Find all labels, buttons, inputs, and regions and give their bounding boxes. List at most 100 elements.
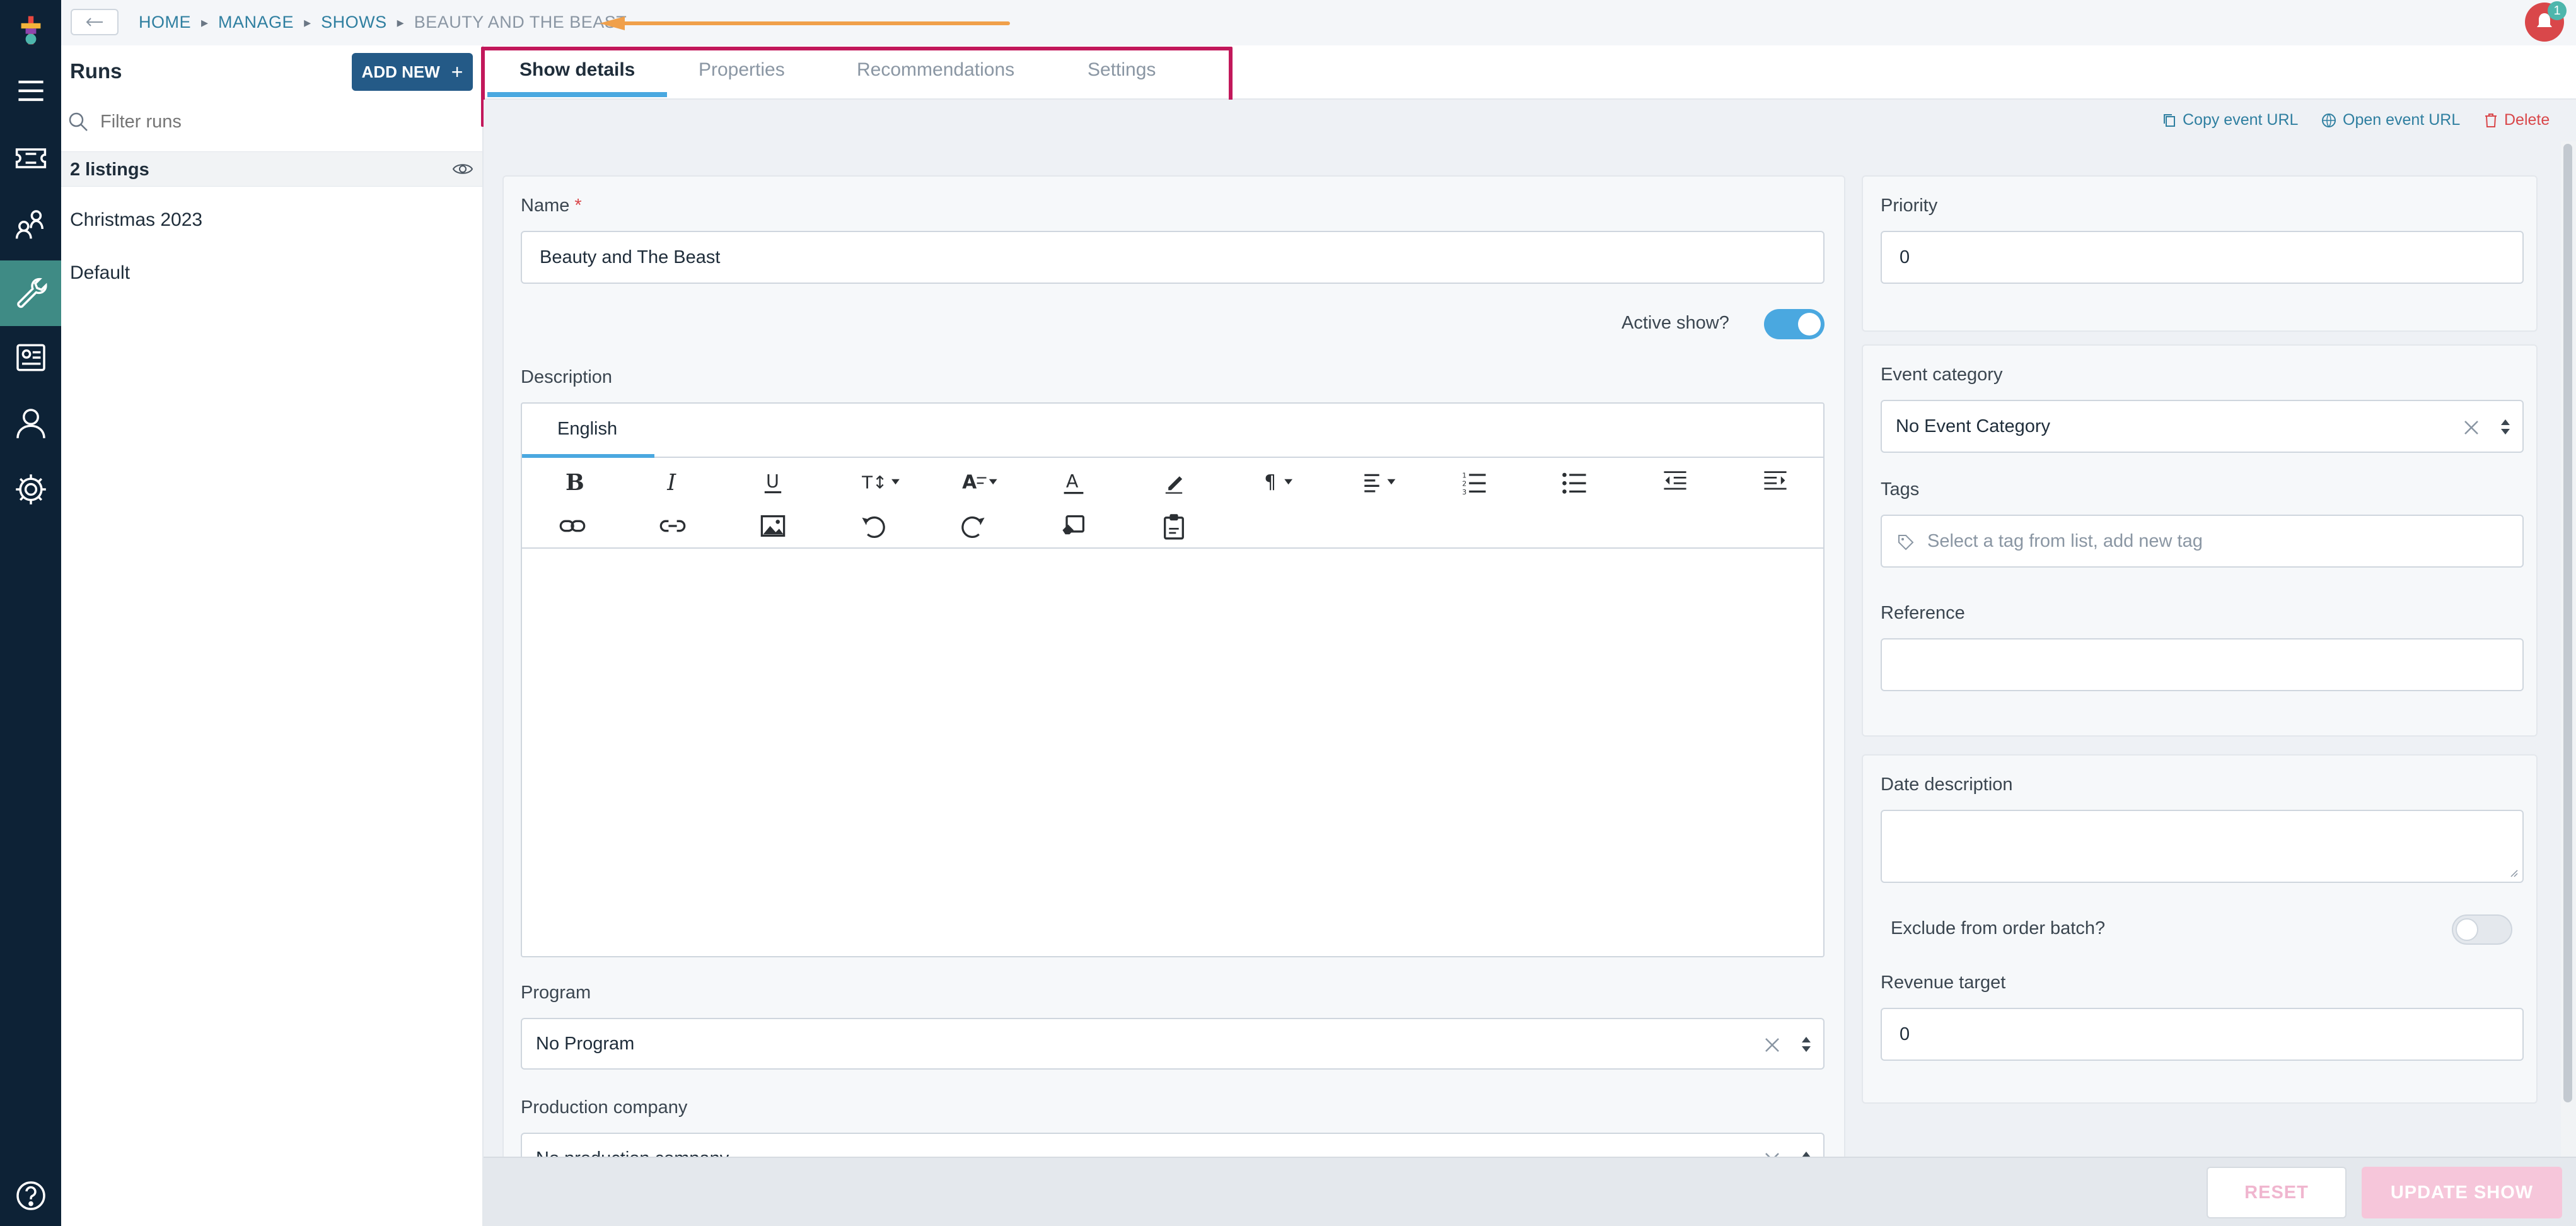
report-icon[interactable] [0, 327, 61, 388]
ordered-list-icon[interactable]: 123 [1457, 464, 1492, 499]
svg-text:B: B [566, 470, 584, 496]
plus-icon: + [451, 60, 463, 83]
show-details-content: Name * Beauty and The Beast Active show?… [484, 141, 2561, 1157]
scheduling-card: Date description Exclude from order batc… [1862, 754, 2538, 1104]
event-category-label: Event category [1881, 365, 2003, 385]
globe-icon [2322, 113, 2336, 127]
description-text-area[interactable] [522, 550, 1823, 956]
help-icon[interactable] [0, 1165, 61, 1226]
indent-icon[interactable] [1758, 464, 1793, 499]
breadcrumb-manage[interactable]: MANAGE [218, 13, 294, 32]
text-color-icon[interactable]: A [1056, 464, 1091, 499]
priority-card: Priority 0 [1862, 175, 2538, 332]
breadcrumb: HOME ▸ MANAGE ▸ SHOWS ▸ BEAUTY AND THE B… [139, 13, 627, 32]
active-show-toggle[interactable] [1764, 309, 1825, 339]
name-value: Beauty and The Beast [540, 247, 721, 267]
clear-icon[interactable] [1764, 1037, 1780, 1053]
clear-format-icon[interactable] [1056, 508, 1091, 544]
select-arrows-icon [2501, 419, 2510, 435]
image-icon[interactable] [755, 508, 791, 544]
content-scrollbar-thumb[interactable] [2563, 144, 2572, 1102]
unlink-icon[interactable] [655, 508, 690, 544]
active-show-label: Active show? [1622, 313, 1729, 333]
editor-toolbar: B I U T↕ A A ¶ 123 [522, 458, 1823, 549]
delete-link[interactable]: Delete [2484, 111, 2550, 129]
production-company-select[interactable]: No production company [521, 1133, 1825, 1157]
resize-handle-icon[interactable] [2509, 868, 2519, 878]
name-input[interactable]: Beauty and The Beast [521, 231, 1825, 284]
revenue-target-input[interactable]: 0 [1881, 1008, 2524, 1061]
program-value: No Program [536, 1033, 635, 1054]
clear-icon[interactable] [1764, 1152, 1780, 1157]
link-icon[interactable] [555, 508, 590, 544]
clear-icon[interactable] [2463, 419, 2480, 436]
highlighter-icon[interactable] [1156, 464, 1192, 499]
people-icon[interactable] [0, 194, 61, 255]
app-nav-rail [0, 0, 61, 1226]
underline-icon[interactable]: U [755, 464, 791, 499]
description-editor: English B I U T↕ A A ¶ 123 [521, 402, 1825, 957]
user-icon[interactable] [0, 393, 61, 453]
notifications-button[interactable]: 1 [2525, 1, 2567, 42]
name-label: Name * [521, 196, 582, 216]
priority-label: Priority [1881, 196, 1938, 216]
filter-runs-input[interactable] [99, 108, 465, 135]
copy-event-url-label: Copy event URL [2183, 111, 2299, 129]
breadcrumb-home[interactable]: HOME [139, 13, 191, 32]
back-button[interactable] [71, 9, 119, 35]
menu-icon[interactable] [0, 61, 61, 121]
priority-value: 0 [1900, 247, 1910, 267]
description-label: Description [521, 367, 613, 387]
svg-text:3: 3 [1462, 488, 1466, 496]
open-event-url-link[interactable]: Open event URL [2321, 111, 2460, 129]
undo-icon[interactable] [856, 508, 891, 544]
italic-icon[interactable]: I [655, 464, 690, 499]
svg-text:1: 1 [1462, 471, 1466, 479]
gear-icon[interactable] [0, 459, 61, 520]
runs-sidebar: Runs ADD NEW + 2 listings Christmas 2023… [61, 45, 484, 1226]
tab-english[interactable]: English [557, 419, 617, 440]
reference-label: Reference [1881, 603, 1965, 623]
listings-row[interactable]: 2 listings [61, 151, 482, 187]
caret-right-icon: ▸ [201, 14, 209, 30]
reset-button[interactable]: RESET [2207, 1167, 2347, 1218]
font-family-icon[interactable]: A [956, 464, 1006, 499]
reference-input[interactable] [1881, 638, 2524, 691]
priority-input[interactable]: 0 [1881, 231, 2524, 284]
date-description-textarea[interactable] [1881, 810, 2524, 883]
listing-count: 2 listings [70, 160, 149, 180]
eye-icon[interactable] [452, 161, 473, 177]
caret-right-icon: ▸ [304, 14, 311, 30]
bold-icon[interactable]: B [555, 464, 590, 499]
app-logo[interactable] [0, 0, 61, 61]
event-category-select[interactable]: No Event Category [1881, 400, 2524, 453]
outdent-icon[interactable] [1657, 464, 1693, 499]
filter-runs-field[interactable] [61, 102, 482, 141]
wrench-icon[interactable] [0, 260, 61, 326]
bullet-list-icon[interactable] [1557, 464, 1593, 499]
copy-event-url-link[interactable]: Copy event URL [2162, 111, 2298, 129]
paragraph-icon[interactable]: ¶ [1256, 464, 1307, 499]
production-company-label: Production company [521, 1097, 688, 1118]
run-item[interactable]: Default [70, 262, 130, 284]
paste-icon[interactable] [1156, 508, 1192, 544]
redo-icon[interactable] [956, 508, 991, 544]
align-icon[interactable] [1357, 464, 1407, 499]
breadcrumb-shows[interactable]: SHOWS [321, 13, 387, 32]
arrow-left-icon [86, 18, 103, 26]
add-new-run-button[interactable]: ADD NEW + [352, 53, 473, 91]
font-size-icon[interactable]: T↕ [856, 464, 906, 499]
exclude-order-batch-toggle[interactable] [2452, 914, 2512, 945]
svg-text:T↕: T↕ [861, 472, 887, 493]
form-footer: RESET UPDATE SHOW [484, 1157, 2576, 1226]
delete-label: Delete [2504, 111, 2550, 129]
tags-input[interactable]: Select a tag from list, add new tag [1881, 515, 2524, 568]
open-event-url-label: Open event URL [2343, 111, 2461, 129]
ticket-icon[interactable] [0, 128, 61, 189]
run-item[interactable]: Christmas 2023 [70, 209, 202, 231]
program-select[interactable]: No Program [521, 1018, 1825, 1070]
breadcrumb-current: BEAUTY AND THE BEAST [414, 13, 627, 32]
date-description-label: Date description [1881, 774, 2013, 795]
update-show-button[interactable]: UPDATE SHOW [2362, 1167, 2562, 1218]
program-label: Program [521, 983, 591, 1003]
